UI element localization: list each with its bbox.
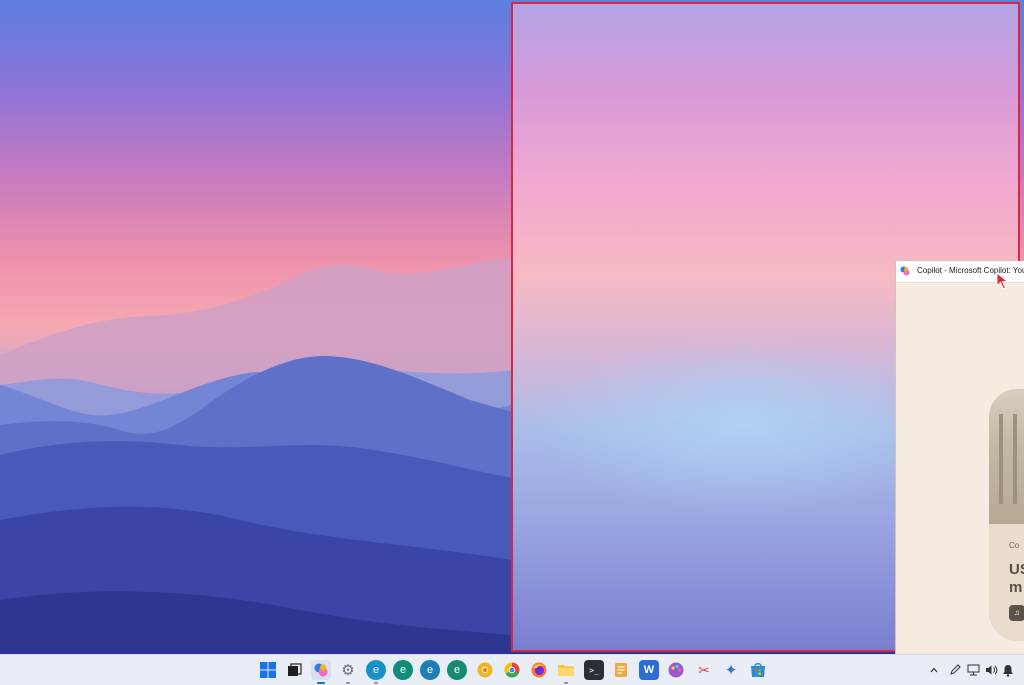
task-view-icon[interactable] (284, 660, 304, 680)
chrome-canary-icon[interactable] (475, 660, 495, 680)
copilot-app-icon[interactable] (311, 660, 331, 680)
start-icon[interactable] (258, 660, 278, 680)
pen-icon[interactable] (948, 662, 962, 678)
snipping-tool-icon[interactable]: ✂ (694, 660, 714, 680)
copilot-icon (900, 266, 910, 276)
terminal-icon[interactable]: >_ (584, 660, 604, 680)
notification-bell-icon[interactable] (1000, 662, 1016, 678)
edge-beta-icon[interactable]: e (420, 660, 440, 680)
news-card-headline: US m (1009, 561, 1024, 597)
copilot-sparkle-icon[interactable]: ✦ (721, 660, 741, 680)
news-card-category: Co (1009, 541, 1019, 550)
chrome-icon[interactable] (502, 660, 522, 680)
network-icon[interactable] (966, 662, 982, 678)
show-hidden-icons-chevron-icon[interactable] (928, 662, 940, 678)
store-icon[interactable] (748, 660, 768, 680)
file-explorer-icon[interactable] (556, 660, 576, 680)
taskbar: ⚙ e e e e >_ W ✂ ✦ (0, 654, 1024, 685)
news-card[interactable]: Co US m ♫ (989, 389, 1024, 641)
edge-canary-icon[interactable]: e (393, 660, 413, 680)
settings-icon[interactable]: ⚙ (338, 660, 358, 680)
volume-icon[interactable] (984, 662, 998, 678)
edge-icon[interactable]: e (366, 660, 386, 680)
headphones-icon[interactable]: ♫ (1009, 605, 1024, 621)
firefox-icon[interactable] (529, 660, 549, 680)
paint-icon[interactable] (666, 660, 686, 680)
mouse-cursor-icon (996, 272, 1010, 290)
edge-dev-icon[interactable]: e (447, 660, 467, 680)
news-card-image (989, 389, 1024, 524)
word-icon[interactable]: W (639, 660, 659, 680)
mountains-illustration (0, 0, 512, 654)
notepad-icon[interactable] (611, 660, 631, 680)
copilot-window[interactable]: Copilot - Microsoft Copilot: Your Co US … (895, 261, 1024, 654)
